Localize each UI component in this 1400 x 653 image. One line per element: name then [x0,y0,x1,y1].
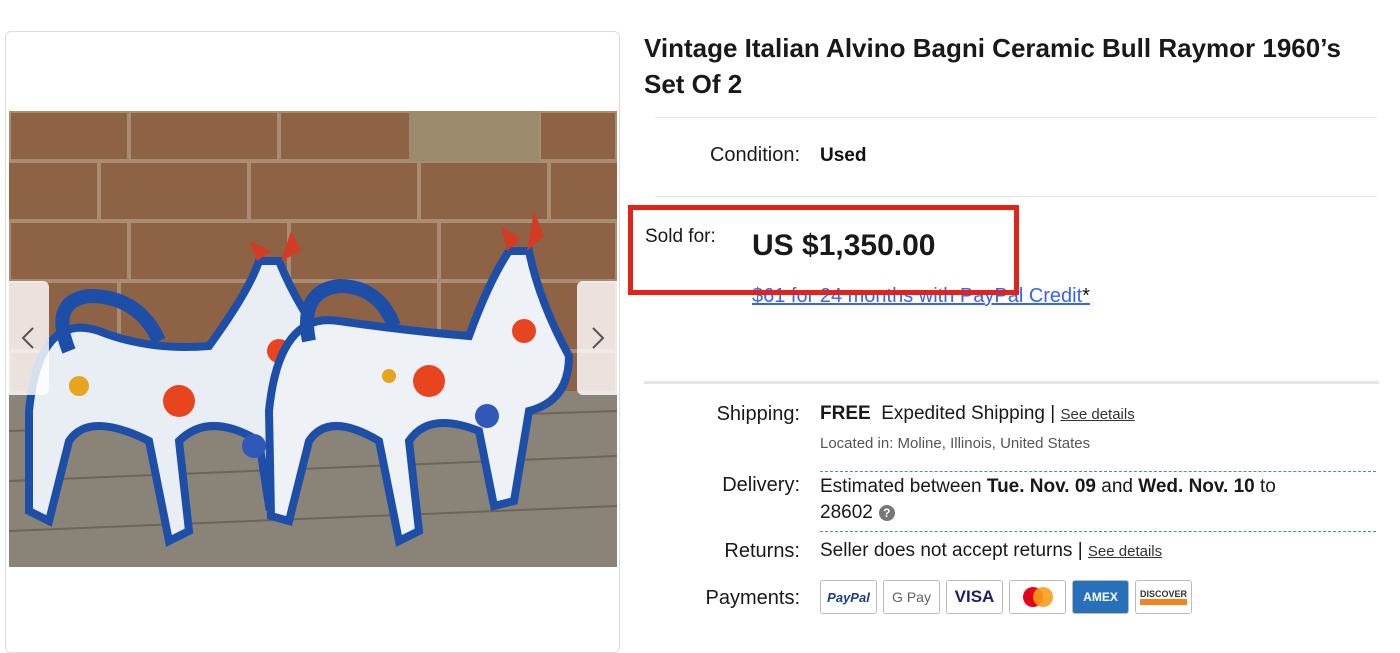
product-photo[interactable] [9,111,617,567]
divider [655,196,1377,197]
next-image-button[interactable] [577,281,619,395]
dashed-divider [820,531,1376,532]
help-icon[interactable]: ? [878,504,895,521]
shipping-free: FREE [820,403,871,424]
shipping-see-details-link[interactable]: See details [1061,406,1135,423]
delivery-suffix: to [1254,476,1276,497]
previous-image-button[interactable] [7,281,49,395]
payment-methods: PayPal G Pay VISA AMEX DISCOVER [820,580,1192,614]
delivery-prefix: Estimated between [820,476,987,497]
amex-icon: AMEX [1072,580,1129,614]
google-pay-icon: G Pay [883,580,940,614]
separator: | [1077,540,1083,561]
paypal-icon: PayPal [820,580,877,614]
dashed-divider [820,471,1376,472]
payments-label: Payments: [705,587,800,609]
returns-label: Returns: [724,540,800,562]
image-gallery [5,31,620,653]
shipping-value: FREE Expedited Shipping | See details [820,403,1135,425]
divider [655,117,1377,118]
shipping-label: Shipping: [716,403,800,425]
returns-see-details-link[interactable]: See details [1088,543,1162,560]
returns-value: Seller does not accept returns | See det… [820,540,1162,562]
returns-policy: Seller does not accept returns [820,540,1073,561]
delivery-label: Delivery: [722,474,800,496]
price-highlight-box [628,205,1019,295]
mastercard-icon [1009,580,1066,614]
delivery-estimate: Estimated between Tue. Nov. 09 and Wed. … [820,474,1360,526]
condition-value: Used [820,145,867,166]
separator: | [1050,403,1056,424]
visa-icon: VISA [946,580,1003,614]
delivery-middle: and [1095,476,1139,497]
credit-asterisk: * [1082,285,1090,307]
discover-icon: DISCOVER [1135,580,1192,614]
shipping-method: Expedited Shipping [881,403,1045,424]
condition-label: Condition: [709,144,800,166]
divider [644,381,1379,384]
delivery-zip[interactable]: 28602 [820,502,873,523]
chevron-left-icon [21,327,34,349]
listing-title: Vintage Italian Alvino Bagni Ceramic Bul… [644,33,1341,99]
item-location: Located in: Moline, Illinois, United Sta… [820,435,1091,452]
delivery-end-date: Wed. Nov. 10 [1138,476,1255,497]
delivery-start-date: Tue. Nov. 09 [986,476,1096,497]
chevron-right-icon [592,327,605,349]
